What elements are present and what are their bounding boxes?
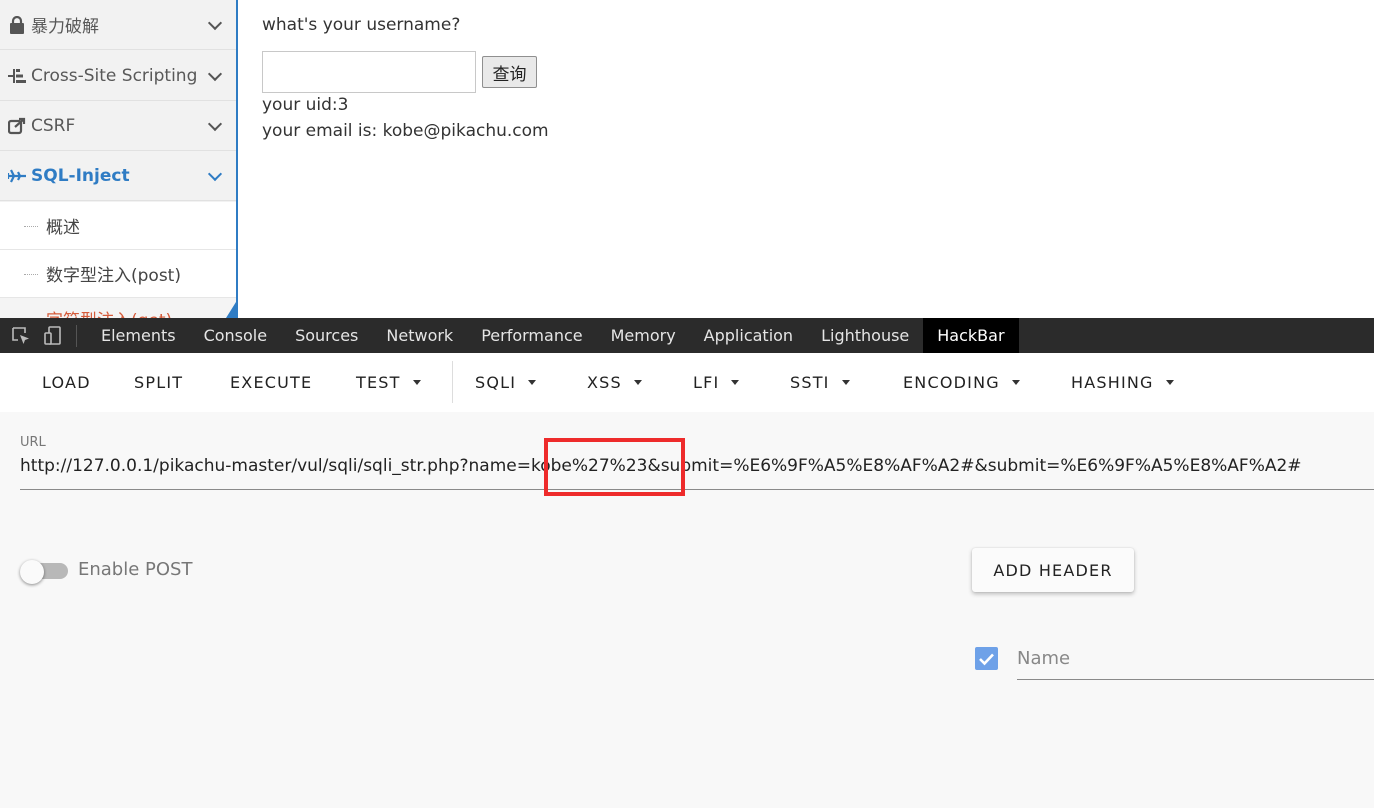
caret-down-icon — [1011, 380, 1020, 385]
sidebar-subitem-label: 数字型注入(post) — [46, 266, 181, 286]
encoding-menu-button[interactable]: ENCODING — [903, 353, 1020, 412]
tab-performance[interactable]: Performance — [467, 318, 596, 353]
test-label: TEST — [356, 373, 401, 392]
sqli-menu-button[interactable]: SQLI — [475, 353, 537, 412]
header-enabled-checkbox[interactable] — [975, 647, 998, 670]
header-name-input[interactable]: Name — [1017, 648, 1070, 669]
payload-highlight-box — [544, 438, 685, 496]
email-result: your email is: kobe@pikachu.com — [262, 121, 549, 141]
header-name-underline — [1017, 679, 1374, 680]
checkmark-icon — [979, 653, 994, 665]
hashing-menu-button[interactable]: HASHING — [1071, 353, 1174, 412]
inspect-element-icon[interactable] — [10, 325, 32, 347]
chevron-down-icon — [207, 116, 223, 132]
device-toggle-icon[interactable] — [42, 325, 64, 347]
tab-application[interactable]: Application — [690, 318, 807, 353]
enable-post-label: Enable POST — [78, 559, 193, 580]
caret-down-icon — [1165, 380, 1174, 385]
sidebar-menu: 暴力破解 Cross-Site Scripting CSRF SQL-Injec… — [0, 0, 238, 318]
hackbar-panel: LOAD SPLIT EXECUTE TEST SQLI XSS LFI SST… — [0, 353, 1374, 808]
sidebar-subitem-string-get[interactable]: 字符型注入(get) — [0, 298, 236, 318]
enable-post-toggle[interactable] — [20, 560, 68, 584]
tab-console[interactable]: Console — [190, 318, 282, 353]
caret-down-icon — [412, 380, 421, 385]
sidebar-subitem-label: 字符型注入(get) — [46, 306, 172, 318]
hashing-label: HASHING — [1071, 373, 1154, 392]
tab-hackbar[interactable]: HackBar — [923, 318, 1019, 353]
sidebar-item-csrf[interactable]: CSRF — [0, 101, 236, 151]
xss-label: XSS — [587, 373, 622, 392]
toggle-knob — [20, 560, 44, 584]
query-button[interactable]: 查询 — [482, 56, 537, 88]
sidebar-item-xss[interactable]: Cross-Site Scripting — [0, 51, 236, 101]
caret-down-icon — [528, 380, 537, 385]
chevron-up-icon — [207, 166, 223, 182]
caret-down-icon — [731, 380, 740, 385]
sidebar-subitem-overview[interactable]: 概述 — [0, 202, 236, 250]
load-button[interactable]: LOAD — [42, 353, 91, 412]
test-menu-button[interactable]: TEST — [356, 353, 421, 412]
split-label: SPLIT — [134, 373, 184, 392]
execute-button[interactable]: EXECUTE — [230, 353, 312, 412]
add-header-button[interactable]: ADD HEADER — [972, 548, 1134, 592]
lfi-label: LFI — [693, 373, 720, 392]
url-field-label: URL — [20, 435, 46, 450]
load-label: LOAD — [42, 373, 91, 392]
encoding-label: ENCODING — [903, 373, 1000, 392]
username-input[interactable] — [262, 51, 476, 93]
caret-down-icon — [633, 380, 642, 385]
pikachu-page: 暴力破解 Cross-Site Scripting CSRF SQL-Injec… — [0, 0, 1374, 318]
devtools-tabbar: Elements Console Sources Network Perform… — [0, 318, 1374, 353]
sidebar-item-label: CSRF — [31, 115, 76, 136]
ssti-menu-button[interactable]: SSTI — [790, 353, 850, 412]
toolbar-divider — [76, 324, 77, 347]
main-content: what's your username? 查询 your uid:3 your… — [262, 0, 1362, 318]
sidebar-subitem-numeric-post[interactable]: 数字型注入(post) — [0, 250, 236, 298]
sidebar-item-label: SQL-Inject — [31, 165, 130, 186]
sqli-label: SQLI — [475, 373, 517, 392]
execute-label: EXECUTE — [230, 373, 313, 392]
uid-result: your uid:3 — [262, 95, 349, 115]
sidebar-item-brute-force[interactable]: 暴力破解 — [0, 0, 236, 50]
lock-icon — [8, 15, 26, 34]
split-button[interactable]: SPLIT — [134, 353, 183, 412]
url-field-underline — [20, 489, 1374, 490]
caret-down-icon — [841, 380, 850, 385]
active-indicator-triangle — [226, 302, 236, 318]
chevron-down-icon — [207, 66, 223, 82]
xss-menu-button[interactable]: XSS — [587, 353, 642, 412]
tab-elements[interactable]: Elements — [87, 318, 190, 353]
hackbar-toolbar: LOAD SPLIT EXECUTE TEST SQLI XSS LFI SST… — [0, 353, 1374, 412]
tab-lighthouse[interactable]: Lighthouse — [807, 318, 923, 353]
sidebar-item-sql-inject[interactable]: SQL-Inject — [0, 151, 236, 201]
share-square-icon — [8, 117, 26, 135]
tab-network[interactable]: Network — [372, 318, 467, 353]
username-prompt: what's your username? — [262, 15, 461, 35]
ssti-label: SSTI — [790, 373, 830, 392]
chevron-down-icon — [207, 15, 223, 31]
sitemap-icon — [8, 67, 26, 85]
plane-icon — [8, 167, 26, 185]
lfi-menu-button[interactable]: LFI — [693, 353, 740, 412]
toolbar-divider — [452, 361, 453, 403]
sidebar-subitem-label: 概述 — [46, 218, 80, 238]
tab-sources[interactable]: Sources — [281, 318, 372, 353]
sidebar-item-label: Cross-Site Scripting — [31, 65, 198, 86]
tab-memory[interactable]: Memory — [597, 318, 690, 353]
sidebar-item-label: 暴力破解 — [31, 17, 99, 37]
